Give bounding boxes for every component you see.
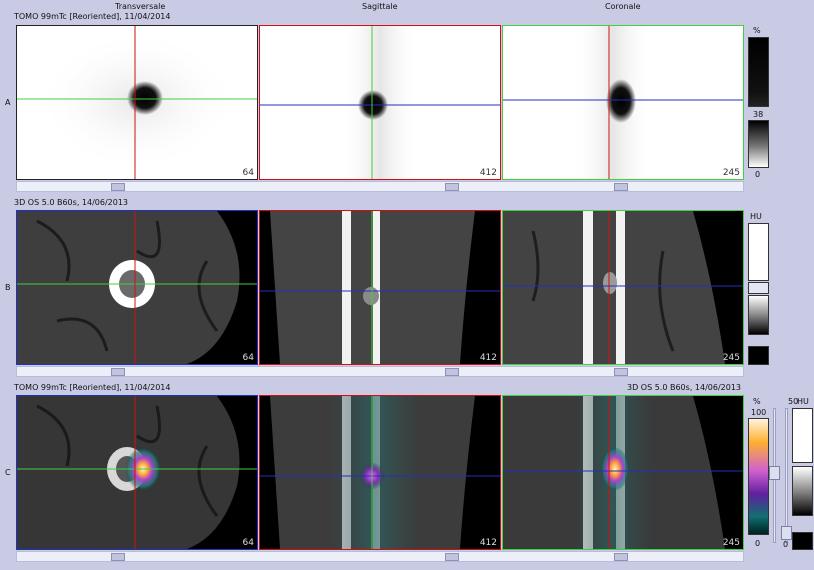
viewport-c-sagittale[interactable]: 412 [259,395,501,550]
viewport-b-transversale[interactable]: 64 [16,210,258,365]
scale-c-min: 0 [755,539,761,548]
scrollbar-row-c[interactable] [16,551,744,562]
scale-a-colorbar[interactable] [748,120,769,168]
scale-c-hu-top [792,408,813,463]
header-coronale: Coronale [605,2,641,11]
slice-number: 412 [479,538,497,548]
slice-number: 245 [722,168,740,178]
slice-number: 245 [722,353,740,363]
scale-b-colorbar-bottom [748,346,769,365]
spect-sagittale-image [260,26,500,179]
header-sagittale: Sagittale [362,2,398,11]
viewport-c-transversale[interactable]: 64 [16,395,258,550]
series-label-row-b: 3D OS 5.0 B60s, 14/06/2013 [14,198,129,207]
scroll-thumb[interactable] [111,553,125,561]
scroll-thumb[interactable] [445,368,459,376]
fusion-coronale-image [503,396,743,549]
row-label-a: A [5,98,11,107]
scrollbar-row-b[interactable] [16,366,744,377]
row-label-b: B [5,283,11,292]
series-label-row-a: TOMO 99mTc [Reoriented], 11/04/2014 [14,12,171,21]
scale-b-window-marker[interactable] [748,282,769,294]
scale-a-min: 0 [755,170,761,179]
scroll-thumb[interactable] [614,183,628,191]
scroll-thumb[interactable] [445,183,459,191]
fusion-sagittale-image [260,396,500,549]
slice-number: 412 [479,168,497,178]
scale-b-colorbar[interactable] [748,295,769,335]
scale-c-colorbar[interactable] [748,418,769,535]
viewport-b-sagittale[interactable]: 412 [259,210,501,365]
blend-slider-track[interactable] [785,408,788,543]
header-transversale: Transversale [115,2,166,11]
fusion-transversale-image [17,396,257,549]
viewport-c-coronale[interactable]: 245 [502,395,744,550]
slice-number: 64 [242,538,254,548]
scale-c-unit: % [753,397,761,406]
scale-a-colorbar-top [748,37,769,107]
scroll-thumb[interactable] [614,368,628,376]
series-label-row-c-left: TOMO 99mTc [Reoriented], 11/04/2014 [14,383,171,392]
scale-a-value: 38 [753,110,764,119]
scale-c-min2: 0 [783,540,789,549]
ct-transversale-image [17,211,257,364]
slice-number: 412 [479,353,497,363]
ct-coronale-image [503,211,743,364]
scale-a-unit: % [753,26,761,35]
opacity-slider-thumb[interactable] [769,466,780,480]
spect-coronale-image [503,26,743,179]
scale-c-hu-bottom [792,532,813,550]
viewport-b-coronale[interactable]: 245 [502,210,744,365]
slice-number: 64 [242,353,254,363]
viewport-a-coronale[interactable]: 245 [502,25,744,180]
scale-c-max: 100 [751,408,767,417]
scrollbar-row-a[interactable] [16,181,744,192]
scroll-thumb[interactable] [111,368,125,376]
slice-number: 64 [242,168,254,178]
scroll-thumb[interactable] [614,553,628,561]
viewport-a-transversale[interactable]: 64 [16,25,258,180]
slice-number: 245 [722,538,740,548]
ct-sagittale-image [260,211,500,364]
scroll-thumb[interactable] [445,553,459,561]
scroll-thumb[interactable] [111,183,125,191]
blend-slider-thumb[interactable] [781,526,792,540]
viewport-a-sagittale[interactable]: 412 [259,25,501,180]
spect-transversale-image [17,26,257,179]
scale-b-colorbar-top [748,223,769,281]
series-label-row-c-right: 3D OS 5.0 B60s, 14/06/2013 [627,383,742,392]
row-label-c: C [5,468,11,477]
scale-c-hu-colorbar[interactable] [792,466,813,516]
scale-b-unit: HU [750,212,762,221]
scale-c-unit2: HU [797,397,809,406]
